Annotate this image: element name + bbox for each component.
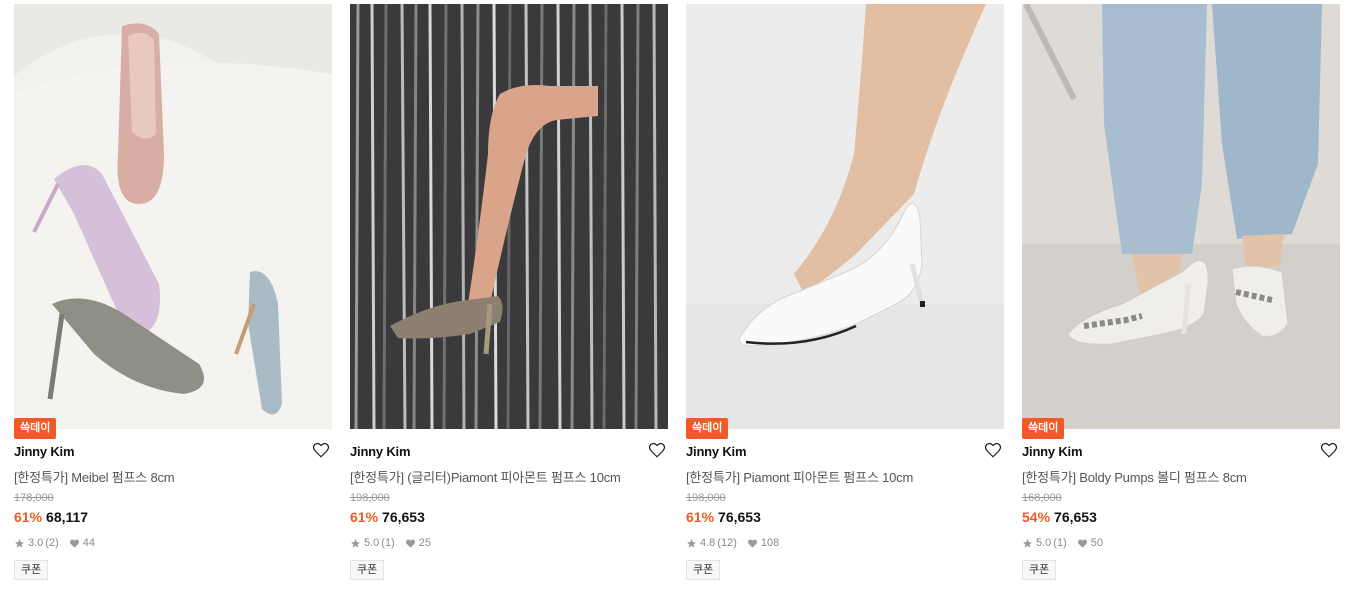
product-image[interactable] bbox=[686, 4, 1004, 429]
likes: 44 bbox=[69, 537, 95, 549]
price-row: 54% 76,653 bbox=[1022, 509, 1097, 525]
likes: 50 bbox=[1077, 537, 1103, 549]
sale-price: 68,117 bbox=[46, 509, 89, 525]
brand-name[interactable]: Jinny Kim bbox=[14, 444, 75, 459]
heart-filled-icon bbox=[69, 538, 80, 549]
product-photo-glitter-pump bbox=[350, 4, 668, 429]
product-card[interactable]: 쓱데이 Jinny Kim [한정특가] Piamont 피아몬트 펌프스 10… bbox=[686, 4, 1004, 593]
review-meta: 5.0 (1) 25 bbox=[350, 537, 431, 549]
rating-value: 4.8 bbox=[700, 537, 716, 549]
sale-price: 76,653 bbox=[382, 509, 425, 525]
likes: 25 bbox=[405, 537, 431, 549]
sale-price: 76,653 bbox=[1054, 509, 1097, 525]
brand-name[interactable]: Jinny Kim bbox=[350, 444, 411, 459]
heart-filled-icon bbox=[405, 538, 416, 549]
discount-rate: 61% bbox=[14, 509, 43, 525]
product-name[interactable]: [한정특가] Boldy Pumps 볼디 펌프스 8cm bbox=[1022, 467, 1247, 486]
coupon-tag: 쿠폰 bbox=[350, 560, 385, 580]
review-count: (12) bbox=[717, 537, 737, 549]
review-meta: 5.0 (1) 50 bbox=[1022, 537, 1103, 549]
star-icon bbox=[1022, 538, 1033, 549]
wishlist-heart-icon[interactable] bbox=[648, 441, 666, 459]
star-icon bbox=[350, 538, 361, 549]
product-photo-chain-pumps bbox=[1022, 4, 1340, 429]
product-name[interactable]: [한정특가] Piamont 피아몬트 펌프스 10cm bbox=[686, 467, 913, 486]
review-meta: 3.0 (2) 44 bbox=[14, 537, 95, 549]
product-card[interactable]: Jinny Kim [한정특가] (글리터)Piamont 피아몬트 펌프스 1… bbox=[350, 4, 668, 593]
review-count: (1) bbox=[1053, 537, 1067, 549]
product-card[interactable]: 쓱데이 Jinny Kim [한정특가] Meibel 펌프스 8cm 178,… bbox=[14, 4, 332, 593]
original-price: 178,000 bbox=[14, 492, 54, 504]
sale-price: 76,653 bbox=[718, 509, 761, 525]
star-icon bbox=[686, 538, 697, 549]
product-name[interactable]: [한정특가] (글리터)Piamont 피아몬트 펌프스 10cm bbox=[350, 467, 621, 486]
heart-filled-icon bbox=[747, 538, 758, 549]
rating-value: 5.0 bbox=[364, 537, 380, 549]
discount-rate: 61% bbox=[350, 509, 379, 525]
wishlist-heart-icon[interactable] bbox=[1320, 441, 1338, 459]
likes-count: 108 bbox=[760, 537, 780, 549]
coupon-tag: 쿠폰 bbox=[14, 560, 49, 580]
discount-rate: 61% bbox=[686, 509, 715, 525]
brand-name[interactable]: Jinny Kim bbox=[1022, 444, 1083, 459]
product-image[interactable] bbox=[350, 4, 668, 429]
promo-badge: 쓱데이 bbox=[686, 418, 729, 439]
product-grid: 쓱데이 Jinny Kim [한정특가] Meibel 펌프스 8cm 178,… bbox=[14, 4, 1340, 593]
star-icon bbox=[14, 538, 25, 549]
product-card[interactable]: 쓱데이 Jinny Kim [한정특가] Boldy Pumps 볼디 펌프스 … bbox=[1022, 4, 1340, 593]
promo-badge: 쓱데이 bbox=[1022, 418, 1065, 439]
wishlist-heart-icon[interactable] bbox=[312, 441, 330, 459]
likes: 108 bbox=[747, 537, 779, 549]
original-price: 198,000 bbox=[686, 492, 726, 504]
price-row: 61% 68,117 bbox=[14, 509, 88, 525]
likes-count: 44 bbox=[82, 537, 95, 549]
product-photo-white-pump bbox=[686, 4, 1004, 429]
brand-name[interactable]: Jinny Kim bbox=[686, 444, 747, 459]
review-meta: 4.8 (12) 108 bbox=[686, 537, 779, 549]
coupon-tag: 쿠폰 bbox=[1022, 560, 1057, 580]
price-row: 61% 76,653 bbox=[686, 509, 761, 525]
promo-badge: 쓱데이 bbox=[14, 418, 57, 439]
likes-count: 25 bbox=[418, 537, 431, 549]
product-image[interactable] bbox=[1022, 4, 1340, 429]
review-count: (1) bbox=[381, 537, 395, 549]
coupon-tag: 쿠폰 bbox=[686, 560, 721, 580]
discount-rate: 54% bbox=[1022, 509, 1051, 525]
original-price: 168,000 bbox=[1022, 492, 1062, 504]
rating-value: 3.0 bbox=[28, 537, 44, 549]
wishlist-heart-icon[interactable] bbox=[984, 441, 1002, 459]
product-name[interactable]: [한정특가] Meibel 펌프스 8cm bbox=[14, 467, 175, 486]
review-count: (2) bbox=[45, 537, 59, 549]
price-row: 61% 76,653 bbox=[350, 509, 425, 525]
product-image[interactable] bbox=[14, 4, 332, 429]
original-price: 198,000 bbox=[350, 492, 390, 504]
product-photo-pastel-pumps bbox=[14, 4, 332, 429]
rating-value: 5.0 bbox=[1036, 537, 1052, 549]
likes-count: 50 bbox=[1090, 537, 1103, 549]
heart-filled-icon bbox=[1077, 538, 1088, 549]
